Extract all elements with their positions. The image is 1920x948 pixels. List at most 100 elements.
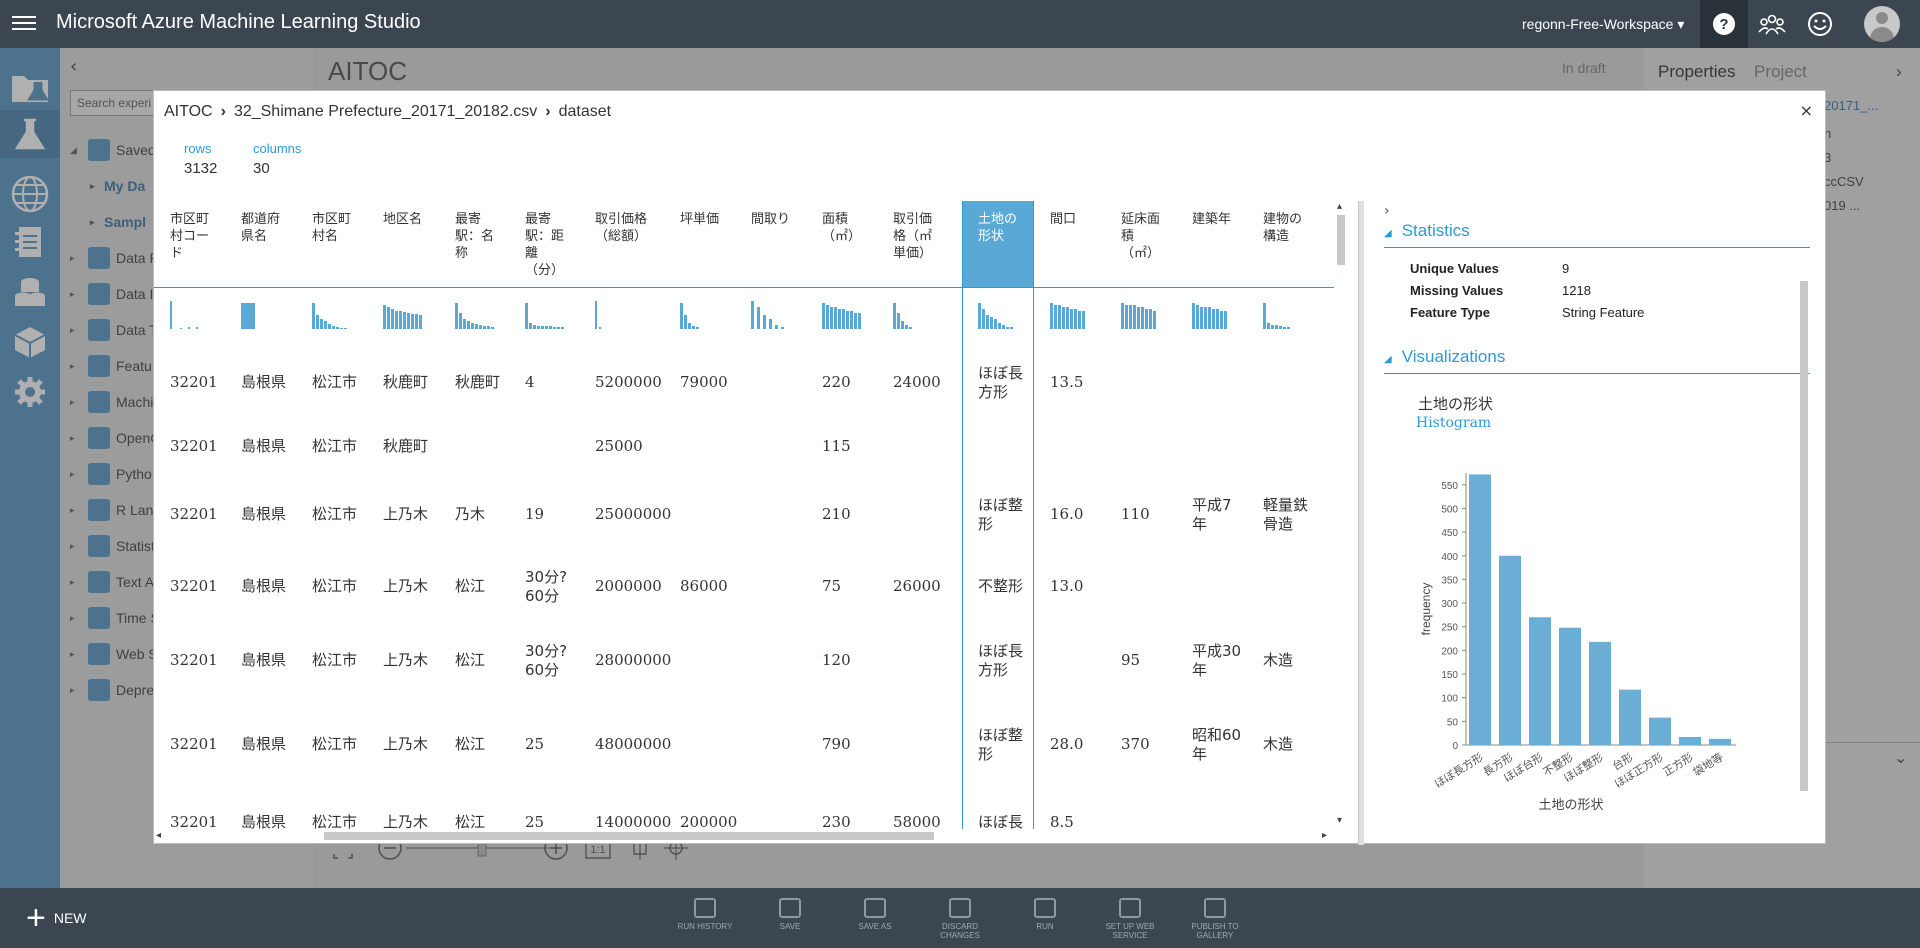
grid-horizontal-thumb[interactable]: [324, 832, 934, 840]
expand-panel-icon[interactable]: ›: [1384, 203, 1390, 219]
close-dialog-button[interactable]: ×: [1800, 101, 1813, 120]
table-cell[interactable]: 28000000: [579, 651, 671, 670]
table-cell[interactable]: 木造: [1247, 735, 1318, 754]
table-cell[interactable]: 230: [806, 813, 877, 829]
table-cell[interactable]: 25: [509, 813, 579, 829]
table-cell[interactable]: ほぼ整形: [962, 496, 1034, 534]
table-cell[interactable]: 8.5: [1034, 813, 1105, 829]
table-cell[interactable]: 120: [806, 651, 877, 670]
table-cell[interactable]: 島根県: [225, 437, 296, 456]
table-cell[interactable]: 5200000: [579, 373, 664, 392]
hamburger-menu-icon[interactable]: [12, 12, 36, 36]
table-cell[interactable]: 島根県: [225, 505, 296, 524]
table-cell[interactable]: 松江: [439, 651, 509, 670]
table-cell[interactable]: 86000: [664, 577, 735, 596]
grid-horizontal-scrollbar[interactable]: ◂ ▸: [154, 829, 1348, 843]
user-avatar[interactable]: [1864, 6, 1900, 42]
column-header[interactable]: 間口: [1034, 201, 1105, 287]
table-cell[interactable]: 115: [806, 437, 877, 456]
table-cell[interactable]: 島根県: [225, 651, 296, 670]
table-cell[interactable]: 95: [1105, 651, 1176, 670]
table-cell[interactable]: 平成30 年: [1176, 642, 1247, 680]
column-header[interactable]: 取引価格 （総額）: [579, 201, 664, 287]
table-cell[interactable]: 24000: [877, 373, 962, 392]
table-cell[interactable]: 上乃木: [367, 577, 439, 596]
table-cell[interactable]: 秋鹿町: [367, 437, 439, 456]
table-cell[interactable]: 220: [806, 373, 877, 392]
table-cell[interactable]: 松江: [439, 735, 509, 754]
table-cell[interactable]: 不整形: [962, 577, 1034, 596]
table-cell[interactable]: 松江市: [296, 735, 367, 754]
table-cell[interactable]: 79000: [664, 373, 735, 392]
visualizations-section-header[interactable]: ◢ Visualizations: [1384, 347, 1810, 374]
grid-vertical-scrollbar[interactable]: ▴ ▾: [1334, 201, 1348, 829]
column-header[interactable]: 延床面積（㎡）: [1105, 201, 1176, 287]
column-sparkline-histogram[interactable]: [451, 295, 507, 329]
table-cell[interactable]: 秋鹿町: [439, 373, 509, 392]
command-save-button[interactable]: SAVE: [755, 898, 825, 931]
column-header[interactable]: 市区町 村コード: [154, 201, 225, 287]
table-cell[interactable]: 58000: [877, 813, 962, 829]
table-cell[interactable]: 住: [1318, 651, 1334, 670]
command-run-button[interactable]: RUN: [1010, 898, 1080, 931]
scroll-left-icon[interactable]: ◂: [156, 830, 161, 841]
column-sparkline-histogram[interactable]: [237, 295, 294, 329]
table-cell[interactable]: 共舎: [1318, 726, 1334, 764]
table-cell[interactable]: 25000: [579, 437, 664, 456]
table-cell[interactable]: 住: [1318, 505, 1334, 524]
column-sparkline-histogram[interactable]: [1046, 295, 1103, 329]
column-header[interactable]: 最寄 駅：名称: [439, 201, 509, 287]
column-sparkline-histogram[interactable]: [676, 295, 733, 329]
table-cell[interactable]: 松江市: [296, 651, 367, 670]
table-cell[interactable]: 上乃木: [367, 813, 439, 829]
column-header[interactable]: 最寄 駅：距離（分）: [509, 201, 579, 287]
table-cell[interactable]: 島根県: [225, 577, 296, 596]
pane-splitter[interactable]: [1358, 201, 1364, 845]
table-cell[interactable]: 島根県: [225, 735, 296, 754]
table-cell[interactable]: 上乃木: [367, 505, 439, 524]
table-cell[interactable]: 75: [806, 577, 877, 596]
column-sparkline-histogram[interactable]: [591, 295, 662, 329]
column-sparkline-histogram[interactable]: [889, 295, 960, 329]
visualization-type-link[interactable]: Histogram: [1416, 415, 1491, 431]
table-cell[interactable]: 790: [806, 735, 877, 754]
community-icon[interactable]: [1758, 10, 1786, 38]
help-button[interactable]: ?: [1700, 0, 1748, 48]
column-sparkline-histogram[interactable]: [308, 295, 365, 329]
table-cell[interactable]: 上乃木: [367, 651, 439, 670]
scroll-up-icon[interactable]: ▴: [1337, 201, 1342, 212]
table-cell[interactable]: 松江: [439, 813, 509, 829]
column-sparkline-histogram[interactable]: [1259, 295, 1316, 329]
table-cell[interactable]: 昭和60 年: [1176, 726, 1247, 764]
column-sparkline-histogram[interactable]: [1117, 295, 1174, 329]
table-cell[interactable]: 32201: [154, 505, 225, 524]
table-cell[interactable]: 48000000: [579, 735, 671, 754]
table-cell[interactable]: 25: [509, 735, 579, 754]
table-cell[interactable]: 乃木: [439, 505, 509, 524]
column-header[interactable]: 建物の 構造: [1247, 201, 1318, 287]
table-cell[interactable]: 松江市: [296, 505, 367, 524]
table-cell[interactable]: 30分? 60分: [509, 568, 579, 606]
table-cell[interactable]: 32201: [154, 437, 225, 456]
command-set-up-web-service-button[interactable]: SET UP WEB SERVICE: [1095, 898, 1165, 940]
column-header[interactable]: 都道府 県名: [225, 201, 296, 287]
table-cell[interactable]: 島根県: [225, 373, 296, 392]
table-cell[interactable]: 210: [806, 505, 877, 524]
table-cell[interactable]: ほぼ整形: [962, 726, 1034, 764]
table-cell[interactable]: 木造: [1247, 651, 1318, 670]
table-cell[interactable]: 30分? 60分: [509, 642, 579, 680]
column-header[interactable]: 土地の 形状: [962, 201, 1034, 287]
table-cell[interactable]: 28.0: [1034, 735, 1105, 754]
command-run-history-button[interactable]: RUN HISTORY: [670, 898, 740, 931]
stats-scroll-thumb[interactable]: [1800, 281, 1808, 791]
table-cell[interactable]: 秋鹿町: [367, 373, 439, 392]
table-cell[interactable]: 松江: [439, 577, 509, 596]
breadcrumb-module[interactable]: 32_Shimane Prefecture_20171_20182.csv: [234, 103, 537, 120]
table-cell[interactable]: 平成7 年: [1176, 496, 1247, 534]
grid-vertical-thumb[interactable]: [1337, 215, 1345, 265]
table-cell[interactable]: 松江市: [296, 373, 367, 392]
command-publish-to-gallery-button[interactable]: PUBLISH TO GALLERY: [1180, 898, 1250, 940]
column-header[interactable]: 地区名: [367, 201, 439, 287]
column-sparkline-histogram[interactable]: [747, 295, 804, 329]
column-sparkline-histogram[interactable]: [974, 295, 1032, 329]
